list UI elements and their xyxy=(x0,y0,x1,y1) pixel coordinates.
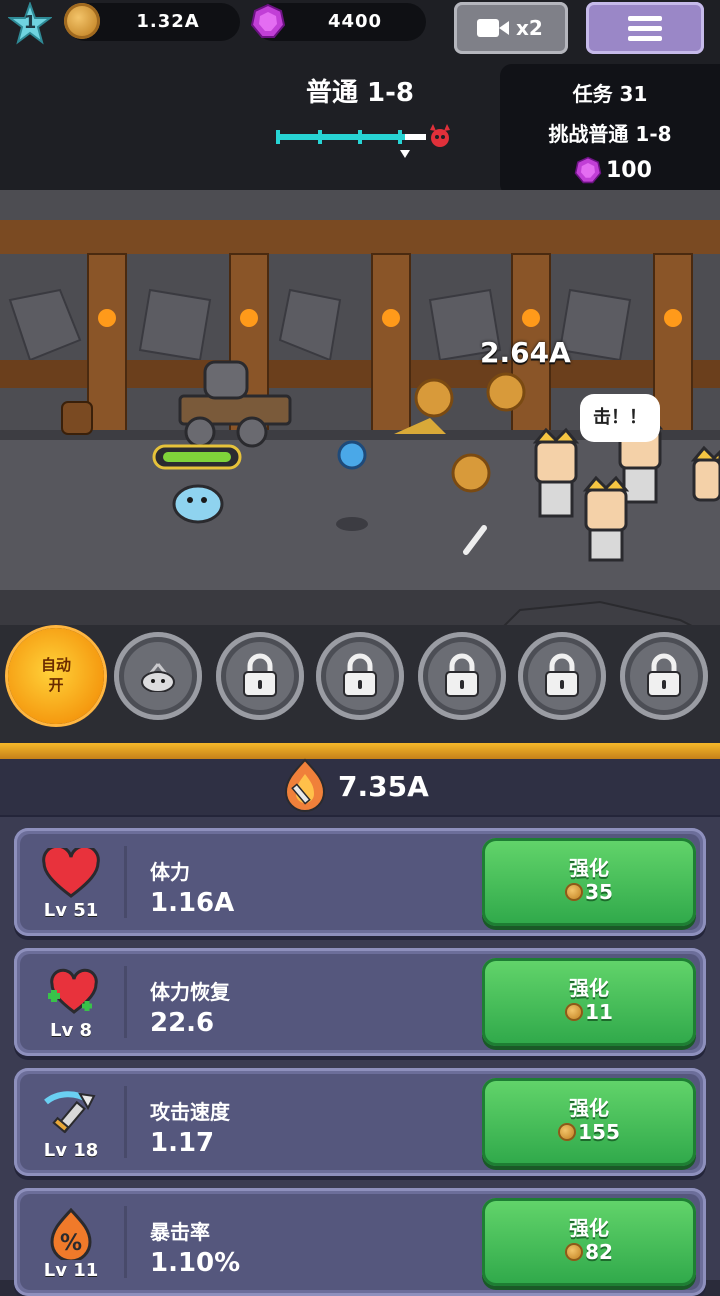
lock-icon xyxy=(243,653,277,697)
auto-label-line-2: 开 xyxy=(48,676,64,694)
menu-button[interactable] xyxy=(586,2,704,54)
slime-skill-icon xyxy=(141,663,175,692)
card-separator xyxy=(124,966,127,1038)
lock-icon xyxy=(445,653,479,697)
gem-icon xyxy=(574,156,602,184)
skill-slot-3-locked[interactable] xyxy=(316,632,404,720)
sword-speed-icon xyxy=(44,1091,96,1134)
boss-skull-icon xyxy=(430,124,450,147)
upgrade-cost-value: 82 xyxy=(585,1240,613,1264)
slime-player xyxy=(172,484,224,524)
player-level: 1 xyxy=(23,12,37,33)
upgrade-level: Lv 8 xyxy=(50,1020,92,1041)
quest-title: 任务 31 xyxy=(572,82,648,106)
damage-popup: 2.64A xyxy=(480,336,571,369)
barrel xyxy=(61,401,93,435)
upgrade-value: 1.16A xyxy=(150,888,235,918)
upgrade-name: 体力恢复 xyxy=(150,980,230,1004)
card-separator xyxy=(124,1206,127,1278)
upgrade-button[interactable]: 强化 11 xyxy=(482,958,696,1046)
lock-icon xyxy=(545,653,579,697)
upgrade-card-stamina: Lv 51 体力 1.16A 强化 35 xyxy=(14,828,706,936)
upgrade-level: Lv 18 xyxy=(43,1140,99,1161)
coin-icon xyxy=(558,1123,577,1141)
upgrade-button[interactable]: 强化 35 xyxy=(482,838,696,926)
combat-power-value: 7.35A xyxy=(338,770,429,803)
stage-progress xyxy=(276,124,450,158)
panel-divider xyxy=(0,743,720,759)
coin-amount: 1.32A xyxy=(136,11,200,32)
auto-skill-label: 自动 开 xyxy=(8,655,104,695)
coin-icon xyxy=(565,883,584,901)
upgrade-value: 22.6 xyxy=(150,1008,215,1038)
lock-icon xyxy=(647,653,681,697)
video-boost-button[interactable]: x2 xyxy=(454,2,568,54)
heart-plus-icon xyxy=(48,968,98,1014)
svg-text:%: % xyxy=(60,1231,82,1256)
upgrade-cost: 155 xyxy=(482,1120,696,1144)
upgrade-name: 暴击率 xyxy=(150,1220,210,1244)
video-boost-label: x2 xyxy=(516,16,543,40)
coin-icon xyxy=(64,3,100,39)
lock-icon xyxy=(343,653,377,697)
upgrade-button-label: 强化 xyxy=(569,856,609,880)
upgrade-button-label: 强化 xyxy=(569,1216,609,1240)
skill-slot-1[interactable] xyxy=(114,632,202,720)
upgrade-cost: 11 xyxy=(482,1000,696,1024)
skill-slot-2-locked[interactable] xyxy=(216,632,304,720)
upgrade-cost-value: 155 xyxy=(578,1120,620,1144)
card-separator xyxy=(124,1086,127,1158)
upgrade-value: 1.10% xyxy=(150,1248,241,1278)
quest-panel[interactable]: 任务 31 挑战普通 1-8 100 xyxy=(500,64,720,196)
upgrade-card-attack-speed: Lv 18 攻击速度 1.17 强化 155 xyxy=(14,1068,706,1176)
video-camera-icon xyxy=(477,19,509,37)
player-health-bar xyxy=(152,444,242,470)
skill-slot-4-locked[interactable] xyxy=(418,632,506,720)
heart-icon xyxy=(42,848,100,898)
upgrade-cost-value: 11 xyxy=(585,1000,613,1024)
coin-icon xyxy=(565,1003,584,1021)
skill-slot-5-locked[interactable] xyxy=(518,632,606,720)
upgrade-name: 攻击速度 xyxy=(150,1100,230,1124)
upgrade-cost: 82 xyxy=(482,1240,696,1264)
gem-icon xyxy=(250,3,286,38)
auto-label-line-1: 自动 xyxy=(40,656,71,674)
upgrade-button-label: 强化 xyxy=(569,976,609,1000)
skill-slot-6-locked[interactable] xyxy=(620,632,708,720)
combat-power-icon xyxy=(284,758,326,812)
enemy-speech-bubble: 击！！ xyxy=(580,394,660,442)
orb-projectile xyxy=(337,440,367,470)
upgrade-value: 1.17 xyxy=(150,1128,215,1158)
upgrade-button[interactable]: 强化 155 xyxy=(482,1078,696,1166)
upgrade-level: Lv 11 xyxy=(43,1260,99,1281)
upgrade-button-label: 强化 xyxy=(569,1096,609,1120)
menu-list-icon xyxy=(628,16,662,41)
upgrade-button[interactable]: 强化 82 xyxy=(482,1198,696,1286)
upgrade-cost: 35 xyxy=(482,880,696,904)
upgrade-cost-value: 35 xyxy=(585,880,613,904)
quest-reward: 100 xyxy=(606,158,652,183)
card-separator xyxy=(124,846,127,918)
coin-icon xyxy=(565,1243,584,1261)
quest-description: 挑战普通 1-8 xyxy=(548,122,672,146)
crit-flame-icon: % xyxy=(50,1208,92,1260)
stage-title: 普通 1-8 xyxy=(305,78,415,108)
gem-amount: 4400 xyxy=(327,11,383,32)
upgrade-name: 体力 xyxy=(150,860,190,884)
upgrade-card-stamina-regen: Lv 8 体力恢复 22.6 强化 11 xyxy=(14,948,706,1056)
upgrade-level: Lv 51 xyxy=(43,900,99,921)
